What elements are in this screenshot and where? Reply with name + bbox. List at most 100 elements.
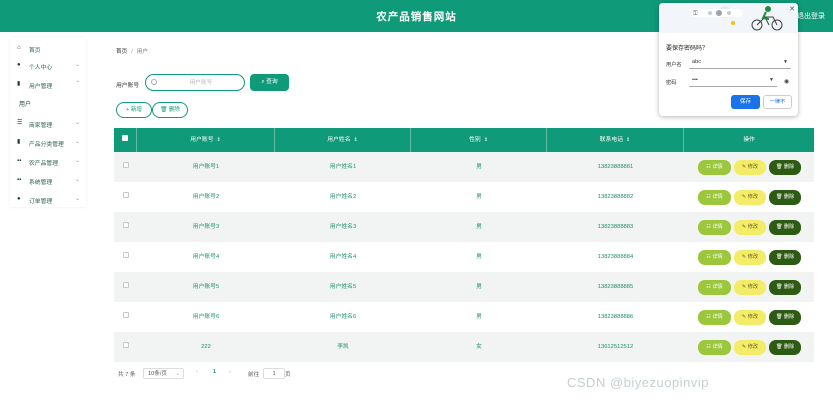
- sort-icon: ⇕: [216, 137, 221, 143]
- sidebar-item-orders[interactable]: ● 订单管理 ⌄: [10, 191, 86, 208]
- cell-phone: 13823888885: [597, 284, 634, 290]
- page-size-select[interactable]: 10条/页 ⌄: [143, 368, 184, 379]
- add-button[interactable]: + 新增: [116, 102, 152, 118]
- detail-button[interactable]: ☷ 详情: [698, 310, 731, 325]
- search-icon: [151, 79, 157, 85]
- row-checkbox[interactable]: [122, 282, 129, 288]
- username-field[interactable]: abc ▼: [689, 56, 791, 69]
- detail-button[interactable]: ☷ 详情: [698, 340, 731, 355]
- sidebar-item-users[interactable]: ▮ 用户管理 ⌃: [10, 76, 86, 93]
- cell-gender: 男: [476, 164, 482, 170]
- column-header-name[interactable]: 用户姓名 ⇕: [275, 128, 411, 152]
- detail-button[interactable]: ☷ 详情: [698, 280, 731, 295]
- password-label: 密码: [666, 80, 677, 86]
- header-checkbox-cell: [114, 128, 137, 152]
- detail-button[interactable]: ☷ 详情: [698, 160, 731, 175]
- chevron-down-icon: ⌄: [75, 62, 81, 68]
- trash-icon: 🗑: [775, 254, 784, 260]
- breadcrumb-home[interactable]: 首页: [116, 49, 127, 55]
- sidebar-item-products[interactable]: ▪▪ 农产品管理 ⌄: [10, 153, 86, 170]
- cell-phone: 13823888881: [597, 164, 634, 170]
- table-row[interactable]: 用户账号3 用户姓名3 男 13823888883 ☷ 详情 ✎ 修改 🗑 删除: [114, 212, 814, 242]
- sort-icon: ⇕: [626, 137, 631, 143]
- batch-delete-button[interactable]: 🗑 删除: [152, 102, 188, 118]
- detail-button[interactable]: ☷ 详情: [698, 250, 731, 265]
- add-button-label: 新增: [130, 107, 143, 113]
- edit-button[interactable]: ✎ 修改: [734, 340, 766, 355]
- table-row[interactable]: 用户账号6 用户姓名6 男 13823888886 ☷ 详情 ✎ 修改 🗑 删除: [114, 302, 814, 332]
- goto-page-input[interactable]: 1: [263, 368, 285, 379]
- edit-button[interactable]: ✎ 修改: [734, 280, 766, 295]
- cell-name: 用户姓名3: [329, 224, 357, 230]
- table-row[interactable]: 用户账号4 用户姓名4 男 13823888884 ☷ 详情 ✎ 修改 🗑 删除: [114, 242, 814, 272]
- cell-gender: 男: [476, 284, 482, 290]
- edit-button[interactable]: ✎ 修改: [734, 310, 766, 325]
- sidebar-item-merchants[interactable]: ☰ 商家管理 ⌄: [10, 115, 86, 132]
- prev-page-icon[interactable]: ‹: [196, 369, 198, 375]
- detail-button-label: 详情: [712, 344, 723, 350]
- dialog-title: 要保存密码吗？: [666, 46, 709, 52]
- delete-button[interactable]: 🗑 删除: [769, 190, 801, 205]
- sidebar-item-label: 首页: [29, 48, 41, 54]
- user-icon: ●: [17, 196, 21, 202]
- cell-account: 用户账号5: [192, 284, 220, 290]
- cell-name: 用户姓名6: [329, 314, 357, 320]
- detail-button[interactable]: ☷ 详情: [698, 220, 731, 235]
- table-row[interactable]: 用户账号2 用户姓名2 男 13823888882 ☷ 详情 ✎ 修改 🗑 删除: [114, 182, 814, 212]
- table-row[interactable]: 用户账号1 用户姓名1 男 13823888881 ☷ 详情 ✎ 修改 🗑 删除: [114, 152, 814, 182]
- save-password-dialog: ⚿ ✕ 要保存密码吗？ 用户名 abc ▼ 密码 ••• ▼ ◉ 保存 一律不: [659, 3, 798, 116]
- detail-button-label: 详情: [712, 254, 723, 260]
- sidebar-item-categories[interactable]: ▮ 产品分类管理 ⌄: [10, 134, 86, 151]
- delete-button-label: 删除: [783, 224, 795, 230]
- row-checkbox[interactable]: [122, 342, 129, 348]
- edit-button-label: 修改: [747, 224, 759, 230]
- cell-name: 李凯: [337, 344, 349, 350]
- detail-button[interactable]: ☷ 详情: [698, 190, 731, 205]
- sidebar-item-profile[interactable]: ● 个人中心 ⌄: [10, 57, 86, 74]
- row-checkbox[interactable]: [122, 222, 129, 228]
- cell-gender: 男: [476, 254, 482, 260]
- search-input[interactable]: [160, 77, 242, 88]
- column-header-phone[interactable]: 联系电话 ⇕: [547, 128, 684, 152]
- sort-icon: ⇕: [483, 137, 488, 143]
- cell-account: 用户账号4: [192, 254, 220, 260]
- next-page-icon[interactable]: ›: [229, 369, 231, 375]
- trash-icon: 🗑: [775, 224, 784, 230]
- delete-button[interactable]: 🗑 删除: [769, 250, 801, 265]
- row-checkbox[interactable]: [122, 162, 129, 168]
- sidebar-item-home[interactable]: ⌂ 首页: [10, 40, 86, 57]
- delete-button[interactable]: 🗑 删除: [769, 280, 801, 295]
- sidebar-item-system[interactable]: ▪▪ 系统管理 ⌄: [10, 172, 86, 189]
- table-row[interactable]: 用户账号5 用户姓名5 男 13823888885 ☷ 详情 ✎ 修改 🗑 删除: [114, 272, 814, 302]
- query-button[interactable]: ⌕ 查询: [250, 74, 289, 91]
- cell-name: 用户姓名1: [329, 164, 357, 170]
- row-checkbox[interactable]: [122, 252, 129, 258]
- close-icon[interactable]: ✕: [789, 5, 795, 13]
- current-page[interactable]: 1: [213, 369, 216, 375]
- edit-button[interactable]: ✎ 修改: [734, 190, 766, 205]
- edit-button[interactable]: ✎ 修改: [734, 250, 766, 265]
- table-row[interactable]: 222 李凯女 13612512512 ☷ 详情 ✎ 修改 🗑 删除: [114, 332, 814, 362]
- row-checkbox[interactable]: [122, 192, 129, 198]
- logout-link[interactable]: 退出登录: [797, 11, 825, 21]
- save-password-button[interactable]: 保存: [731, 95, 760, 109]
- cell-phone: 13823888883: [597, 224, 634, 230]
- svg-text:⚿: ⚿: [693, 10, 698, 17]
- select-all-checkbox[interactable]: [122, 135, 128, 141]
- sidebar-subitem-users[interactable]: 用户: [19, 99, 31, 108]
- pagination: 共 7 条 10条/页 ⌄ ‹ 1 › 前往 1 页: [118, 368, 318, 380]
- edit-button[interactable]: ✎ 修改: [734, 220, 766, 235]
- column-header-gender[interactable]: 性别 ⇕: [411, 128, 547, 152]
- password-field[interactable]: ••• ▼: [689, 74, 777, 87]
- dropdown-arrow-icon: ▼: [769, 77, 774, 83]
- delete-button[interactable]: 🗑 删除: [769, 340, 801, 355]
- delete-button[interactable]: 🗑 删除: [769, 220, 801, 235]
- password-illustration: ⚿: [691, 6, 783, 31]
- row-checkbox[interactable]: [122, 312, 129, 318]
- delete-button[interactable]: 🗑 删除: [769, 160, 801, 175]
- never-save-button[interactable]: 一律不: [763, 95, 792, 109]
- delete-button[interactable]: 🗑 删除: [769, 310, 801, 325]
- column-header-account[interactable]: 用户账号 ⇕: [137, 128, 275, 152]
- edit-button[interactable]: ✎ 修改: [734, 160, 766, 175]
- eye-icon[interactable]: ◉: [784, 78, 789, 85]
